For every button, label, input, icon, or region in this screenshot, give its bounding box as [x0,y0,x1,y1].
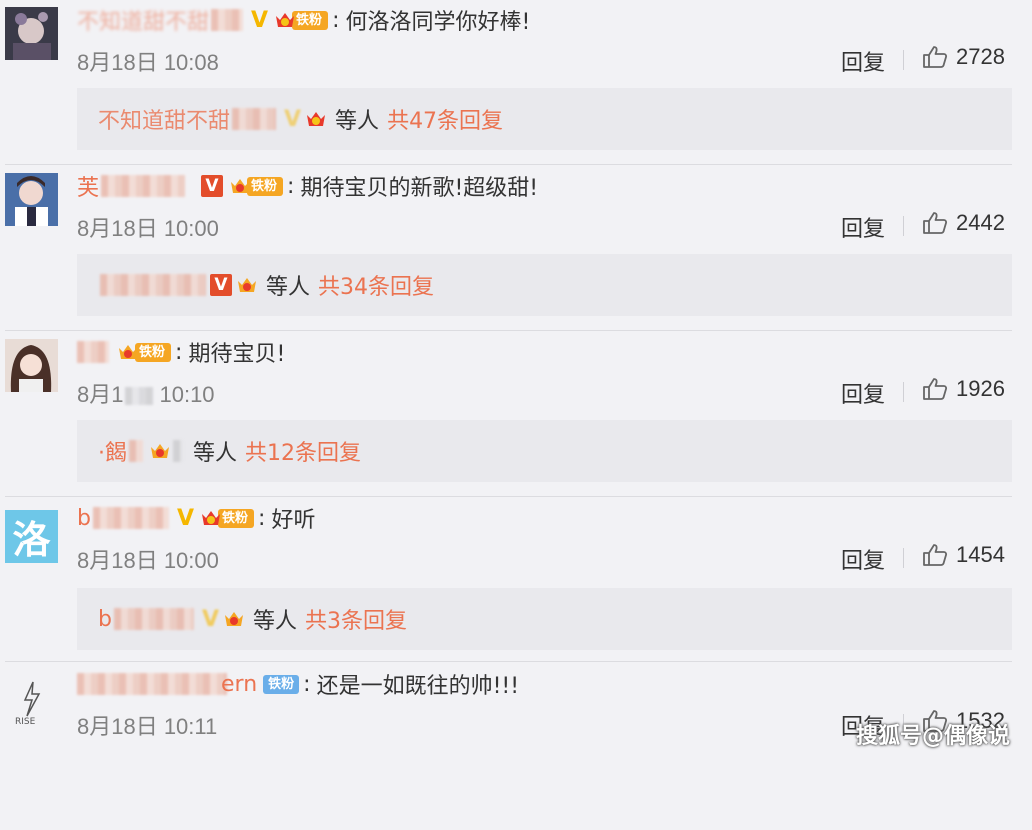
divider [903,216,904,236]
vip-icon: V [201,606,219,632]
divider [903,382,904,402]
reply-button[interactable]: 回复 [841,377,885,409]
username[interactable]: 芙 [77,170,99,202]
comment-date: 8月18日 10:00 [77,216,219,241]
username[interactable]: 不知道甜不甜 [77,4,209,36]
svg-text:RISE: RISE [15,717,36,727]
thumbs-up-icon [923,544,948,566]
comment-item: 芙 V 铁粉 : 期待宝贝的新歌!超级甜! 8月18日 10:00 回复 244… [0,166,1032,332]
comment-date: 8月18日 10:00 [77,548,219,573]
like-button[interactable]: 2442 [922,210,1005,236]
like-count: 1926 [956,376,1005,401]
reply-summary[interactable]: ·餲 等人 共12条回复 [77,420,1012,482]
watermark: 搜狐号@偶像说 [855,724,1010,749]
reply-summary[interactable]: b V 等人 共3条回复 [77,588,1012,650]
comment-item: 铁粉 : 期待宝贝! 8月1 10:10 回复 1926 ·餲 等人 共12条回复 [0,332,1032,498]
comment-date: 8月1 10:10 [77,382,215,407]
username-blur [101,175,186,197]
username[interactable]: b [77,506,91,531]
comment-text: 好听 [271,508,316,533]
fan-badge[interactable]: 铁粉 [200,507,255,529]
username-blur [77,673,227,695]
like-count: 2442 [956,210,1005,235]
crown-icon [229,176,251,196]
fan-badge[interactable]: 铁粉 [117,341,172,363]
reply-count[interactable]: 共47条回复 [387,103,503,135]
crown-icon [274,10,296,30]
crown-icon [200,508,222,528]
comment-text: 期待宝贝! [188,342,286,367]
vip-icon: V [284,106,302,132]
comment-date: 8月18日 10:08 [77,50,219,75]
reply-button[interactable]: 回复 [841,45,885,77]
like-button[interactable]: 1454 [922,542,1005,568]
comment-date: 8月18日 10:11 [77,714,218,739]
fan-badge[interactable]: 铁粉 [263,674,300,694]
crown-icon [236,275,258,295]
like-button[interactable]: 2728 [922,44,1005,70]
avatar[interactable] [5,339,58,392]
vip-icon[interactable]: V [177,506,194,531]
divider [5,661,1012,662]
avatar[interactable] [5,7,58,60]
reply-button[interactable]: 回复 [841,543,885,575]
like-count: 1454 [956,542,1005,567]
divider [5,496,1012,497]
reply-username[interactable]: ·餲 [98,435,127,467]
reply-summary[interactable]: V 等人 共34条回复 [77,254,1012,316]
like-count: 2728 [956,44,1005,69]
reply-username[interactable]: b [98,607,112,632]
vip-icon: V [210,274,232,296]
like-button[interactable]: 1926 [922,376,1005,402]
reply-button[interactable]: 回复 [841,211,885,243]
username[interactable]: ern [221,672,257,697]
avatar[interactable]: RISE [5,674,58,727]
divider [5,164,1012,165]
crown-icon [117,342,139,362]
avatar[interactable] [5,173,58,226]
reply-count[interactable]: 共34条回复 [318,269,434,301]
divider [5,330,1012,331]
comment-text: 何洛洛同学你好棒! [345,10,531,35]
crown-icon [305,109,327,129]
divider [903,548,904,568]
crown-icon [149,441,171,461]
thumbs-up-icon [923,46,948,68]
username-blur [92,507,169,529]
fan-badge[interactable]: 铁粉 [229,175,284,197]
avatar[interactable]: 洛 [5,510,58,563]
crown-icon [223,609,245,629]
reply-count[interactable]: 共3条回复 [305,603,407,635]
avatar-text: 洛 [5,510,58,563]
comment-text: 还是一如既往的帅!!! [316,674,520,699]
comment-item: 不知道甜不甜 V 铁粉 : 何洛洛同学你好棒! 8月18日 10:08 回复 2… [0,0,1032,166]
fan-badge[interactable]: 铁粉 [274,9,329,31]
divider [903,50,904,70]
thumbs-up-icon [923,378,948,400]
comment-text: 期待宝贝的新歌!超级甜! [300,176,539,201]
comment-item: 洛 b V 铁粉 : 好听 8月18日 10:00 回复 1454 b V 等人… [0,498,1032,664]
username-blur [77,341,109,363]
vip-icon[interactable]: V [201,175,224,197]
thumbs-up-icon [923,212,948,234]
username-blur [211,9,244,31]
reply-summary[interactable]: 不知道甜不甜 V 等人 共47条回复 [77,88,1012,150]
vip-icon[interactable]: V [251,8,268,33]
reply-username[interactable]: 不知道甜不甜 [98,103,230,135]
reply-count[interactable]: 共12条回复 [245,435,361,467]
